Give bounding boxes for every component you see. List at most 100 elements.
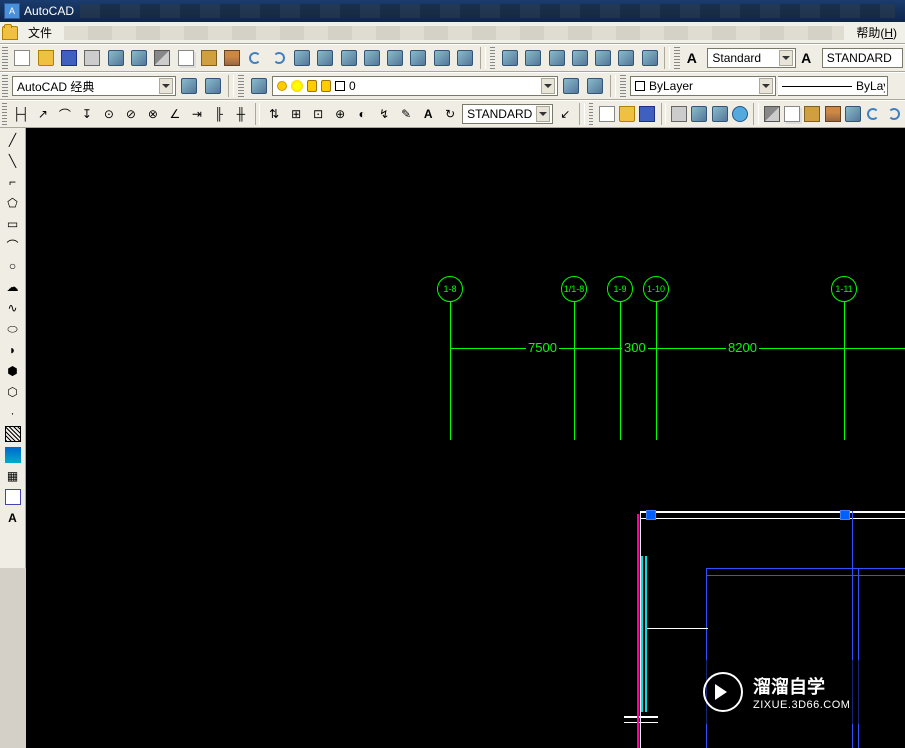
layer-prev-button[interactable]	[560, 75, 582, 97]
drawing-canvas[interactable]: 1-81/1-81-91-101-1175003008200 溜溜自学 ZIXU…	[26, 128, 905, 748]
layer-state-button[interactable]	[584, 75, 606, 97]
zoom-button-3[interactable]	[546, 47, 567, 69]
toolbar-grip[interactable]	[2, 75, 8, 97]
zoom-button-6[interactable]	[616, 47, 637, 69]
xline-button[interactable]: ╲	[2, 151, 24, 171]
zoom-button-4[interactable]	[569, 47, 590, 69]
folder-icon[interactable]	[2, 26, 18, 40]
ellipse-arc-button[interactable]: ◗	[2, 340, 24, 360]
std-erase-button[interactable]	[844, 103, 862, 125]
dim-diameter-button[interactable]: ⊗	[143, 103, 163, 125]
design-center-button[interactable]	[408, 47, 429, 69]
selection-handle[interactable]	[646, 510, 656, 520]
zoom-prev-button[interactable]	[361, 47, 382, 69]
dim-jog-line-button[interactable]: ↯	[374, 103, 394, 125]
cut-button[interactable]	[152, 47, 173, 69]
point-button[interactable]: ·	[2, 403, 24, 423]
polygon-button[interactable]: ⬠	[2, 193, 24, 213]
std-publish-button[interactable]	[711, 103, 729, 125]
table-button[interactable]	[2, 487, 24, 507]
std-match-button[interactable]	[824, 103, 842, 125]
dim-radius-button[interactable]: ⊙	[99, 103, 119, 125]
std-preview-button[interactable]	[690, 103, 708, 125]
spline-button[interactable]: ∿	[2, 298, 24, 318]
zoom-button-5[interactable]	[593, 47, 614, 69]
dim-aligned-button[interactable]: ↗	[33, 103, 53, 125]
dim-baseline-button[interactable]: ╟	[209, 103, 229, 125]
ellipse-button[interactable]: ⬭	[2, 319, 24, 339]
dim-linear-button[interactable]: ├┤	[11, 103, 31, 125]
dim-arc-button[interactable]: ⌒	[55, 103, 75, 125]
menu-file[interactable]: 文件	[22, 22, 58, 43]
match-button[interactable]	[221, 47, 242, 69]
zoom-win-button[interactable]	[338, 47, 359, 69]
print-button[interactable]	[82, 47, 103, 69]
zoom-button-2[interactable]	[523, 47, 544, 69]
dimstyle-select[interactable]: STANDARD	[462, 104, 553, 124]
zoom-button-1[interactable]	[499, 47, 520, 69]
selection-handle[interactable]	[840, 510, 850, 520]
std-georef-button[interactable]	[731, 103, 749, 125]
dim-update-button[interactable]: ↻	[440, 103, 460, 125]
std-cut-button[interactable]	[763, 103, 781, 125]
copy-button[interactable]	[175, 47, 196, 69]
region-button[interactable]: ▦	[2, 466, 24, 486]
toolbar-grip[interactable]	[238, 75, 244, 97]
insert-block-button[interactable]: ⬢	[2, 361, 24, 381]
dim-inspect-button[interactable]: ◐	[352, 103, 372, 125]
toolbar-grip[interactable]	[2, 47, 8, 69]
gradient-button[interactable]	[2, 445, 24, 465]
line-button[interactable]: ╱	[2, 130, 24, 150]
dim-tolerance-button[interactable]: ⊡	[308, 103, 328, 125]
polyline-button[interactable]: ⌐	[2, 172, 24, 192]
dim-continue-button[interactable]: ╫	[231, 103, 251, 125]
circle-button[interactable]: ○	[2, 256, 24, 276]
make-block-button[interactable]: ⬡	[2, 382, 24, 402]
mtext-button[interactable]: A	[2, 508, 24, 528]
workspace-select[interactable]: AutoCAD 经典	[12, 76, 176, 96]
textstyle-tool-button[interactable]: A	[684, 47, 705, 69]
layer-manager-button[interactable]	[248, 75, 270, 97]
rectangle-button[interactable]: ▭	[2, 214, 24, 234]
pan-button[interactable]	[291, 47, 312, 69]
workspace-settings-button[interactable]	[178, 75, 200, 97]
toolbar-grip[interactable]	[674, 47, 680, 69]
publish-button[interactable]	[128, 47, 149, 69]
std-redo-button[interactable]	[885, 103, 903, 125]
dim-center-button[interactable]: ⊕	[330, 103, 350, 125]
open-button[interactable]	[35, 47, 56, 69]
toolbar-grip[interactable]	[490, 47, 496, 69]
color-select[interactable]: ByLayer	[630, 76, 776, 96]
dim-jogged-button[interactable]: ⊘	[121, 103, 141, 125]
undo-button[interactable]	[245, 47, 266, 69]
arc-button[interactable]: ⌒	[2, 235, 24, 255]
dim-quick-button[interactable]: ⇥	[187, 103, 207, 125]
dim-ordinate-button[interactable]: ↧	[77, 103, 97, 125]
properties-button[interactable]	[385, 47, 406, 69]
zoom-button-7[interactable]	[639, 47, 660, 69]
toolbar-grip[interactable]	[620, 75, 626, 97]
hatch-button[interactable]	[2, 424, 24, 444]
dim-style-button[interactable]: ↙	[555, 103, 575, 125]
std-save-button[interactable]	[638, 103, 656, 125]
lineweight-select[interactable]: ByLayer	[778, 76, 888, 96]
dim-text-button[interactable]: A	[418, 103, 438, 125]
new-button[interactable]	[12, 47, 33, 69]
redo-button[interactable]	[268, 47, 289, 69]
std-open-button[interactable]	[618, 103, 636, 125]
textstyle-tool-button-2[interactable]: A	[798, 47, 819, 69]
std-print-button[interactable]	[670, 103, 688, 125]
toolbar-grip[interactable]	[589, 103, 594, 125]
paste-button[interactable]	[198, 47, 219, 69]
dim-break-button[interactable]: ⊞	[286, 103, 306, 125]
sheet-set-button[interactable]	[454, 47, 475, 69]
plot-preview-button[interactable]	[105, 47, 126, 69]
dim-space-button[interactable]: ⇅	[264, 103, 284, 125]
save-button[interactable]	[58, 47, 79, 69]
std-undo-button[interactable]	[864, 103, 882, 125]
menu-help[interactable]: 帮助(H)	[850, 22, 903, 43]
workspace-save-button[interactable]	[202, 75, 224, 97]
layer-select[interactable]: 0	[272, 76, 558, 96]
textstyle-select-1[interactable]: Standard	[707, 48, 796, 68]
std-paste-button[interactable]	[803, 103, 821, 125]
